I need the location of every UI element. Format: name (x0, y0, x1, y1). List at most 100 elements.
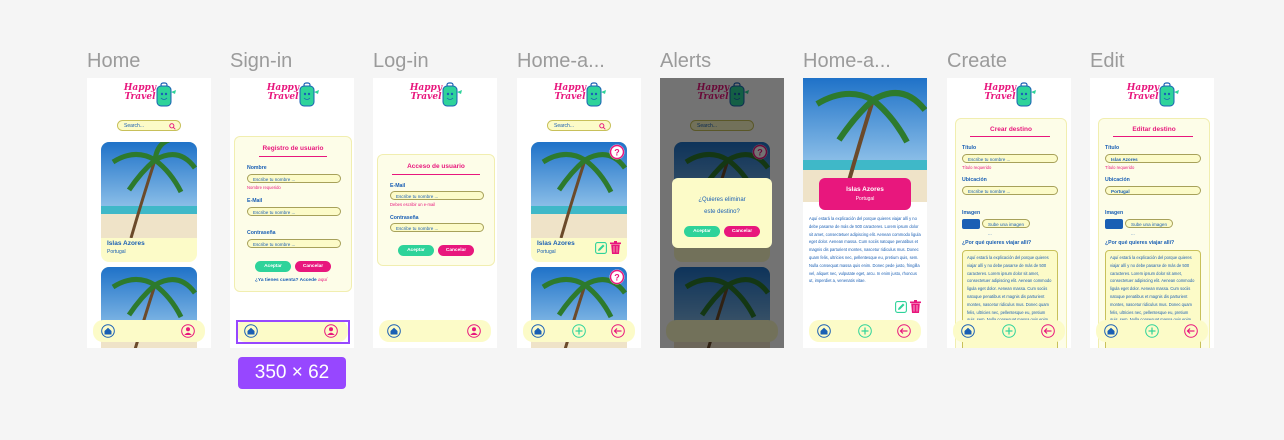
frame-signin[interactable]: Happy Travel Registro de usuario Nombre E… (230, 78, 354, 348)
logout-icon[interactable] (897, 324, 911, 338)
frame-title-home[interactable]: Home (87, 50, 140, 76)
app-logo: HappyTravel (553, 82, 607, 112)
home-icon[interactable] (961, 324, 975, 338)
frame-title-home-admin-detail[interactable]: Home-a... (803, 50, 891, 76)
frame-home[interactable]: Happy Travel Search... Islas Azores Portu… (87, 78, 211, 348)
location-field[interactable]: Escribe tu nombre ... (962, 186, 1058, 195)
bottom-nav (379, 320, 491, 342)
email-field[interactable]: Escribe tu nombre ... (247, 207, 341, 216)
destination-banner: Islas Azores Portugal (819, 178, 911, 210)
login-title: Acceso de usuario (407, 163, 465, 170)
frame-title-edit[interactable]: Edit (1090, 50, 1124, 76)
title-required-error: Título requerido (962, 165, 992, 170)
destination-description: Aquí estará la explicación del porque qu… (809, 216, 921, 284)
frame-alerts[interactable]: HappyTravel Search... ? ¿Quieres elimina… (660, 78, 784, 348)
title-underline (392, 174, 480, 175)
trash-icon[interactable] (910, 300, 921, 313)
destination-card[interactable]: Islas Azores Portugal (101, 142, 197, 262)
frame-home-admin[interactable]: Happy Travel Search... ? Islas Azores Por… (517, 78, 641, 348)
title-label: Título (1105, 145, 1120, 151)
name-field[interactable]: Escribe tu nombre ... (247, 174, 341, 183)
add-icon[interactable] (1002, 324, 1016, 338)
title-underline (970, 136, 1050, 137)
password-label: Contraseña (390, 215, 419, 221)
frame-title-alerts[interactable]: Alerts (660, 50, 711, 76)
selection-dimensions-badge: 350 × 62 (238, 357, 346, 389)
signin-panel: Registro de usuario Nombre Escribe tu no… (234, 136, 352, 292)
add-icon[interactable] (1145, 324, 1159, 338)
cancel-button[interactable]: Cancelar (438, 245, 474, 256)
login-link[interactable]: aquí (318, 278, 327, 283)
frame-title-signin[interactable]: Sign-in (230, 50, 292, 76)
accept-button[interactable]: Aceptar (255, 261, 291, 272)
app-logo: HappyTravel (266, 82, 320, 112)
home-icon[interactable] (817, 324, 831, 338)
frame-login[interactable]: Happy Travel Acceso de usuario E-Mail Esc… (373, 78, 497, 348)
search-input[interactable]: Search... (117, 120, 181, 131)
email-label: E-Mail (390, 183, 406, 189)
destination-name: Islas Azores (846, 186, 884, 193)
home-icon[interactable] (387, 324, 401, 338)
name-label: Nombre (247, 165, 267, 171)
logout-icon[interactable] (611, 324, 625, 338)
app-logo: HappyTravel (1126, 82, 1180, 112)
title-label: Título (962, 145, 977, 151)
image-upload-button[interactable] (1105, 219, 1123, 229)
name-required-error: Nombre requerido (247, 185, 281, 190)
password-field[interactable]: Escribe tu nombre ... (390, 223, 484, 232)
create-title: Crear destino (990, 126, 1032, 133)
frame-create[interactable]: Happy Travel Crear destino Título Escribe… (947, 78, 1071, 348)
title-field[interactable]: Islas Azores (1105, 154, 1201, 163)
help-icon[interactable]: ? (609, 269, 625, 285)
image-label: Imagen (1105, 210, 1124, 216)
location-field[interactable]: Portugal (1105, 186, 1201, 195)
selection-outline[interactable] (236, 320, 350, 344)
email-field[interactable]: Escribe tu nombre ... (390, 191, 484, 200)
search-icon[interactable] (599, 123, 606, 130)
frame-edit[interactable]: Happy Travel Editar destino Título Islas … (1090, 78, 1214, 348)
suitcase-icon (442, 82, 462, 107)
title-field[interactable]: Escribe tu nombre ... (962, 154, 1058, 163)
home-icon[interactable] (531, 324, 545, 338)
home-icon[interactable] (1104, 324, 1118, 338)
image-upload-button[interactable] (962, 219, 980, 229)
search-icon[interactable] (169, 123, 176, 130)
add-icon[interactable] (572, 324, 586, 338)
frame-destination-detail[interactable]: Islas Azores Portugal Aquí estará la exp… (803, 78, 927, 348)
frame-title-home-admin[interactable]: Home-a... (517, 50, 605, 76)
user-icon[interactable] (467, 324, 481, 338)
password-field[interactable]: Escribe tu nombre ... (247, 239, 341, 248)
frame-title-create[interactable]: Create (947, 50, 1007, 76)
why-label: ¿Por qué quieres viajar allí? (1105, 240, 1175, 246)
logout-icon[interactable] (1041, 324, 1055, 338)
trash-icon[interactable] (610, 241, 621, 254)
accept-button[interactable]: Aceptar (398, 245, 434, 256)
help-icon[interactable]: ? (609, 144, 625, 160)
suitcase-icon (1016, 82, 1036, 107)
user-icon[interactable] (181, 324, 195, 338)
title-underline (259, 156, 327, 157)
edit-icon[interactable] (595, 242, 607, 254)
suitcase-icon (586, 82, 606, 107)
image-upload-field[interactable]: Sube una imagen ... (1125, 219, 1173, 236)
add-icon[interactable] (858, 324, 872, 338)
destination-name: Islas Azores (107, 240, 145, 247)
edit-panel: Editar destino Título Islas Azores Títul… (1098, 118, 1210, 348)
search-input[interactable]: Search... (547, 120, 611, 131)
cancel-button[interactable]: Cancelar (295, 261, 331, 272)
cancel-button[interactable]: Cancelar (724, 226, 760, 237)
image-upload-field[interactable]: Sube una imagen ... (982, 219, 1030, 236)
destination-card[interactable]: ? Islas Azores Portugal (531, 142, 627, 262)
image-label: Imagen (962, 210, 981, 216)
accept-button[interactable]: Aceptar (684, 226, 720, 237)
destination-country: Portugal (855, 196, 875, 202)
email-label: E-Mail (247, 198, 263, 204)
svg-text:?: ? (614, 148, 620, 158)
edit-icon[interactable] (895, 301, 907, 313)
app-logo: HappyTravel (983, 82, 1037, 112)
password-label: Contraseña (247, 230, 276, 236)
bottom-nav (1096, 320, 1208, 342)
home-icon[interactable] (101, 324, 115, 338)
logout-icon[interactable] (1184, 324, 1198, 338)
frame-title-login[interactable]: Log-in (373, 50, 429, 76)
